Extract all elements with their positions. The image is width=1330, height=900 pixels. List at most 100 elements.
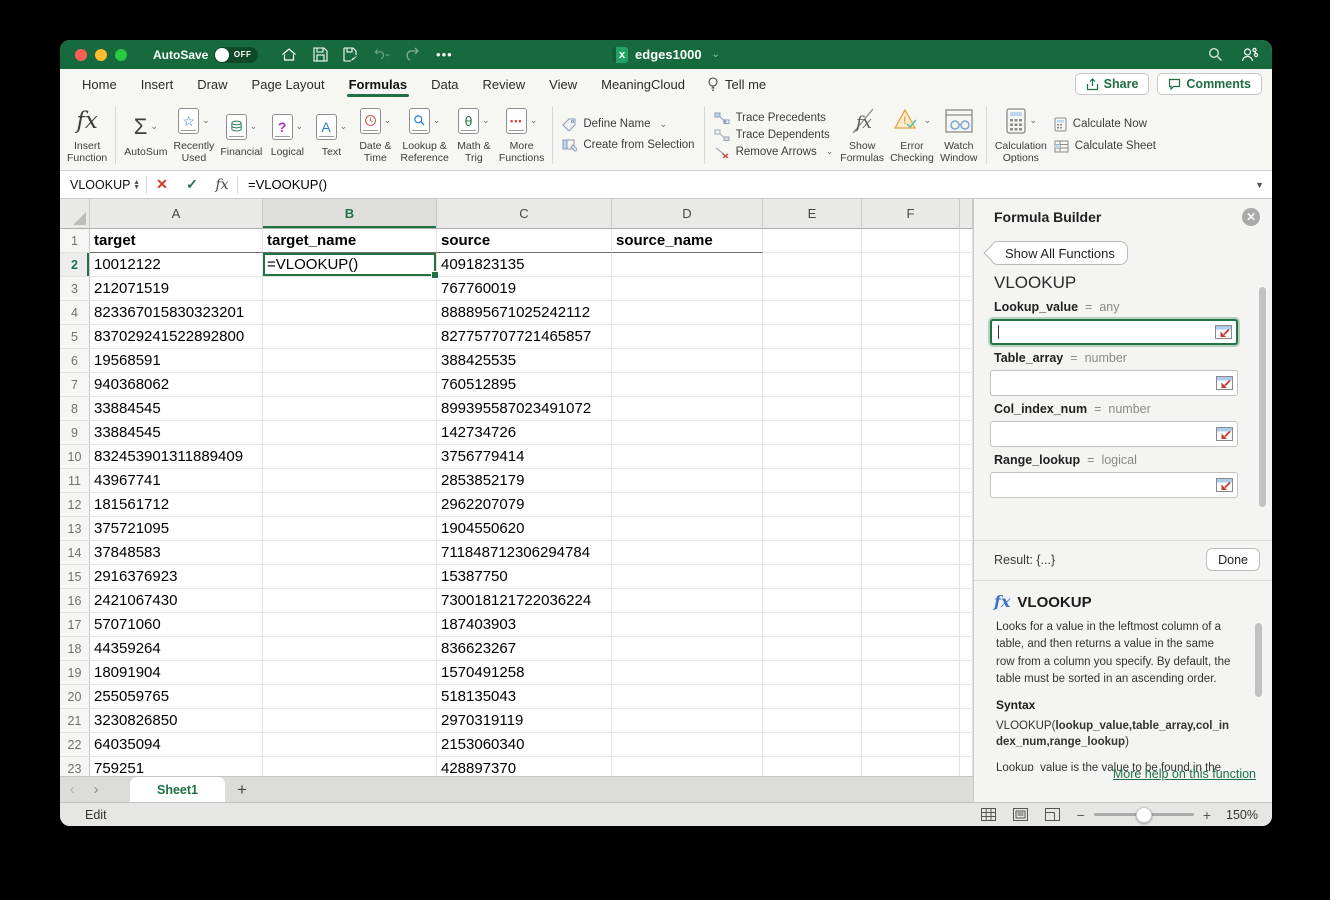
row-header-9[interactable]: 9 [60,421,90,445]
formula-bar-expand-icon[interactable]: ▼ [1255,180,1264,190]
column-header-B[interactable]: B [263,199,437,229]
tab-tell-me[interactable]: Tell me [697,77,776,92]
close-panel-icon[interactable]: ✕ [1242,208,1260,226]
cell-G15[interactable] [960,565,973,589]
cell-E15[interactable] [763,565,862,589]
column-header-A[interactable]: A [90,199,263,229]
row-header-23[interactable]: 23 [60,757,90,776]
sheet-tab-sheet1[interactable]: Sheet1 [130,777,225,802]
column-header-F[interactable]: F [862,199,960,229]
range-selector-icon[interactable] [1216,427,1233,441]
watch-window-button[interactable]: Watch Window [937,103,981,166]
row-header-14[interactable]: 14 [60,541,90,565]
row-header-17[interactable]: 17 [60,613,90,637]
redo-icon[interactable] [404,46,422,64]
row-header-18[interactable]: 18 [60,637,90,661]
more-help-link[interactable]: More help on this function [1113,767,1256,781]
cell-B14[interactable] [263,541,437,565]
cell-G9[interactable] [960,421,973,445]
financial-button[interactable]: ⌄ Financial [217,109,265,160]
cell-E1[interactable] [763,229,862,253]
cell-B8[interactable] [263,397,437,421]
cell-B3[interactable] [263,277,437,301]
cell-C12[interactable]: 2962207079 [437,493,612,517]
share-button[interactable]: Share [1075,73,1150,95]
tab-home[interactable]: Home [70,69,129,99]
cell-G19[interactable] [960,661,973,685]
cell-C17[interactable]: 187403903 [437,613,612,637]
cell-C14[interactable]: 711848712306294784 [437,541,612,565]
cell-G14[interactable] [960,541,973,565]
cell-G3[interactable] [960,277,973,301]
cell-B15[interactable] [263,565,437,589]
cell-F13[interactable] [862,517,960,541]
cell-E10[interactable] [763,445,862,469]
row-header-15[interactable]: 15 [60,565,90,589]
range-selector-icon[interactable] [1216,478,1233,492]
recently-used-button[interactable]: ☆⌄ Recently Used [170,103,217,166]
cell-C11[interactable]: 2853852179 [437,469,612,493]
cell-E16[interactable] [763,589,862,613]
cell-C15[interactable]: 15387750 [437,565,612,589]
cell-G10[interactable] [960,445,973,469]
cell-B22[interactable] [263,733,437,757]
cell-F8[interactable] [862,397,960,421]
cell-C21[interactable]: 2970319119 [437,709,612,733]
name-box-stepper-icon[interactable]: ▲▼ [133,180,140,190]
row-header-11[interactable]: 11 [60,469,90,493]
cell-E5[interactable] [763,325,862,349]
cell-G13[interactable] [960,517,973,541]
cell-B20[interactable] [263,685,437,709]
show-formulas-button[interactable]: fx Show Formulas [837,103,887,166]
cell-E7[interactable] [763,373,862,397]
cell-C3[interactable]: 767760019 [437,277,612,301]
page-layout-view-icon[interactable] [1013,808,1028,821]
add-sheet-button[interactable]: + [225,777,259,802]
date-time-button[interactable]: ⌄ Date & Time [353,103,397,166]
cell-A7[interactable]: 940368062 [90,373,263,397]
cell-E19[interactable] [763,661,862,685]
sheet-nav-right-icon[interactable]: › [84,777,108,802]
select-all-corner[interactable] [60,199,90,229]
row-header-19[interactable]: 19 [60,661,90,685]
cell-E14[interactable] [763,541,862,565]
col-index-num-input[interactable] [990,421,1238,447]
create-from-selection-button[interactable]: Create from Selection [562,139,694,152]
cell-G18[interactable] [960,637,973,661]
cell-A8[interactable]: 33884545 [90,397,263,421]
tab-formulas[interactable]: Formulas [337,69,420,99]
cell-C23[interactable]: 428897370 [437,757,612,776]
cell-C19[interactable]: 1570491258 [437,661,612,685]
cell-C1[interactable]: source [437,229,612,253]
tab-page-layout[interactable]: Page Layout [240,69,337,99]
tab-insert[interactable]: Insert [129,69,186,99]
cell-D2[interactable] [612,253,763,277]
cell-A12[interactable]: 181561712 [90,493,263,517]
cell-E18[interactable] [763,637,862,661]
cell-A10[interactable]: 832453901311889409 [90,445,263,469]
zoom-window-button[interactable] [115,49,127,61]
cell-B16[interactable] [263,589,437,613]
row-header-1[interactable]: 1 [60,229,90,253]
row-header-10[interactable]: 10 [60,445,90,469]
autosum-button[interactable]: Σ⌄ AutoSum [121,109,170,160]
zoom-slider[interactable] [1094,813,1194,816]
cell-F23[interactable] [862,757,960,776]
cell-F5[interactable] [862,325,960,349]
cell-D14[interactable] [612,541,763,565]
logical-button[interactable]: ?⌄ Logical [265,109,309,160]
cell-D4[interactable] [612,301,763,325]
cell-C8[interactable]: 899395587023491072 [437,397,612,421]
done-button[interactable]: Done [1206,548,1260,571]
cell-E3[interactable] [763,277,862,301]
cell-A23[interactable]: 759251 [90,757,263,776]
cell-E4[interactable] [763,301,862,325]
row-header-4[interactable]: 4 [60,301,90,325]
zoom-slider-thumb[interactable] [1136,807,1152,823]
cell-D1[interactable]: source_name [612,229,763,253]
cell-G16[interactable] [960,589,973,613]
cell-E22[interactable] [763,733,862,757]
cell-C22[interactable]: 2153060340 [437,733,612,757]
cell-C20[interactable]: 518135043 [437,685,612,709]
define-name-button[interactable]: Define Name⌄ [562,118,694,131]
